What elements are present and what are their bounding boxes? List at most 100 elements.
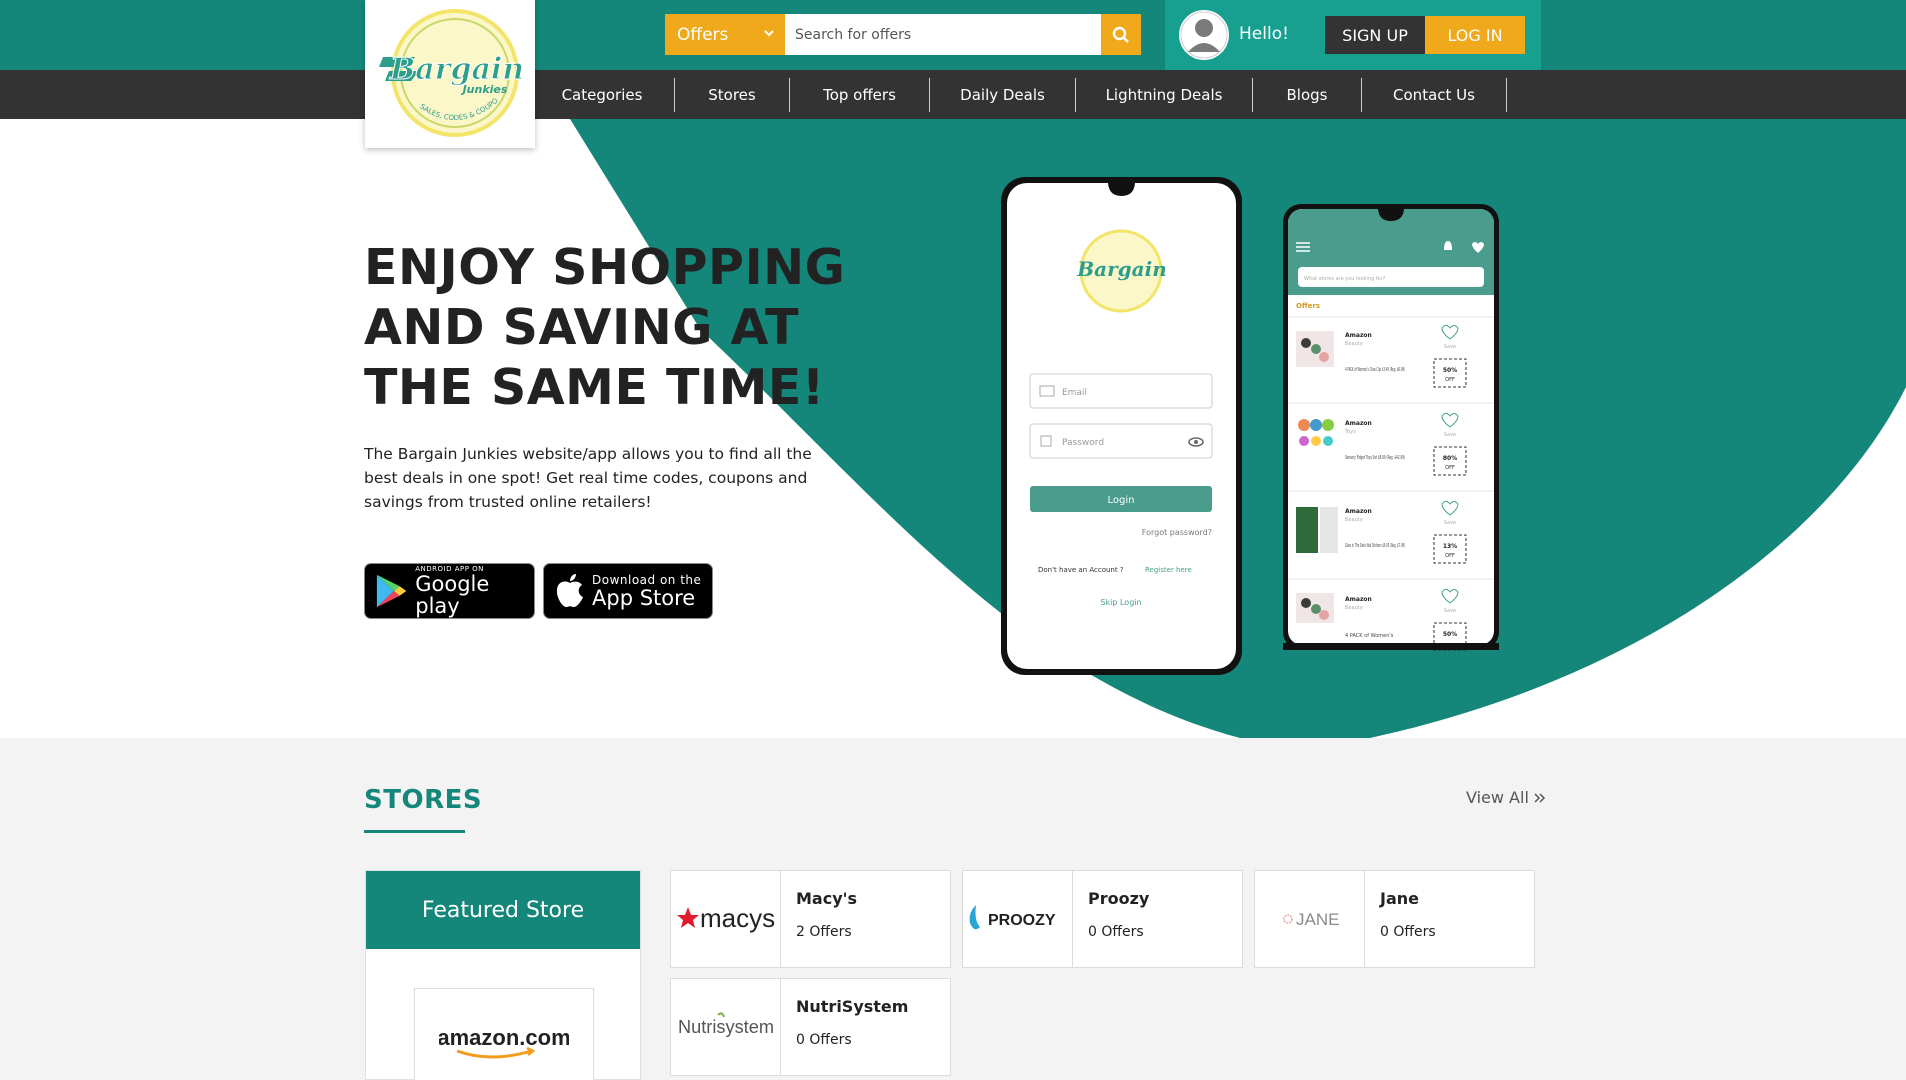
svg-text:Save: Save [1444,344,1456,350]
svg-text:JANE: JANE [1296,910,1339,929]
store-offer-count: 0 Offers [796,1032,852,1048]
svg-text:amazon.com: amazon.com [439,1025,569,1050]
featured-store-heading: Featured Store [366,871,640,949]
store-offer-count: 0 Offers [1380,924,1436,940]
store-name: Proozy [1088,889,1150,908]
svg-text:Skip Login: Skip Login [1100,598,1141,607]
log-in-button[interactable]: LOG IN [1425,16,1525,54]
hero-description: The Bargain Junkies website/app allows y… [364,445,812,511]
svg-text:50%: 50% [1443,367,1457,374]
view-all-link[interactable]: View All [1466,788,1546,807]
svg-text:4 PACK of Women's: 4 PACK of Women's [1345,633,1394,639]
svg-text:Register here: Register here [1145,566,1192,574]
search-type-value: Offers [677,24,729,45]
macys-logo: macys [671,871,781,967]
svg-text:Nutrisystem: Nutrisystem [678,1017,774,1037]
stores-section [0,738,1906,1080]
hero-background-shape [570,119,1906,738]
store-card-macys[interactable]: macys Macy's 2 Offers [670,870,951,968]
svg-text:OFF: OFF [1445,553,1455,559]
nav-item-blogs[interactable]: Blogs [1253,77,1362,112]
nav-item-lightning-deals[interactable]: Lightning Deals [1076,77,1253,112]
nutrisystem-text-logo: Nutrisystem [678,1012,774,1037]
stores-title: STORES [364,785,483,815]
svg-text:Amazon: Amazon [1345,420,1372,427]
amazon-logo: amazon.com [439,1025,569,1059]
user-icon [1180,11,1228,59]
store-offer-count: 0 Offers [1088,924,1144,940]
app-store-badge[interactable]: Download on the App Store [543,563,713,619]
view-all-label: View All [1466,788,1529,807]
proozy-drop-logo: PROOZY [969,905,1056,930]
svg-text:Amazon: Amazon [1345,508,1372,515]
bargain-junkies-logo: Bargain Junkies SALES, CODES & COUPONS [375,5,525,137]
svg-text:Don't have an Account ?: Don't have an Account ? [1038,566,1124,574]
store-name: Jane [1380,889,1419,908]
search-icon [1112,26,1129,43]
store-card-nutrisystem[interactable]: Nutrisystem NutriSystem 0 Offers [670,978,951,1076]
google-play-badge[interactable]: ANDROID APP ON Google play [364,563,535,619]
svg-text:Beauty: Beauty [1345,341,1363,347]
svg-text:OFF: OFF [1445,465,1455,471]
greeting-text: Hello! [1239,24,1289,44]
svg-text:80%: 80% [1443,455,1457,462]
svg-text:4 PACK of Women's Claw Clip $3: 4 PACK of Women's Claw Clip $3.49 (Reg. … [1345,367,1405,373]
jane-text-logo: JANE [1282,910,1339,929]
stores-title-underline [364,830,465,833]
app-store-big-text: App Store [592,586,696,610]
avatar[interactable] [1179,10,1229,60]
svg-text:What stores are you looking fo: What stores are you looking for? [1304,276,1386,282]
svg-text:Beauty: Beauty [1345,605,1363,611]
featured-store-card: Featured Store amazon.com [365,870,641,1080]
svg-text:Junkies: Junkies [461,83,508,96]
nav-item-stores[interactable]: Stores [675,77,790,112]
nav-item-contact-us[interactable]: Contact Us [1362,77,1507,112]
google-play-big-text: Google play [415,572,490,618]
featured-store-logo[interactable]: amazon.com [414,988,594,1080]
apple-icon [556,574,583,608]
store-name: NutriSystem [796,997,909,1016]
svg-text:macys: macys [700,903,775,933]
main-nav: Categories Stores Top offers Daily Deals… [530,70,1507,119]
nutrisystem-logo: Nutrisystem [671,979,781,1075]
sign-up-button[interactable]: SIGN UP [1325,16,1425,54]
svg-text:PROOZY: PROOZY [988,912,1056,929]
phone-login-screen: Bargain Email Password Login Forgot pass… [1001,177,1242,675]
nav-item-categories[interactable]: Categories [530,77,675,112]
svg-text:Bargain: Bargain [1076,257,1166,281]
chevron-down-icon [764,30,774,37]
svg-text:Forgot password?: Forgot password? [1142,528,1212,537]
svg-text:Amazon: Amazon [1345,332,1372,339]
store-offer-count: 2 Offers [796,924,852,940]
svg-text:Password: Password [1062,438,1104,448]
svg-text:Save: Save [1444,432,1456,438]
svg-text:Login: Login [1108,495,1135,506]
hero-title: ENJOY SHOPPING AND SAVING AT THE SAME TI… [364,239,846,416]
double-chevron-right-icon [1534,793,1546,803]
svg-text:Sensory Fidget Toys Set $8.60: Sensory Fidget Toys Set $8.60 (Reg. $42.… [1345,455,1405,461]
search-input[interactable] [785,14,1101,55]
store-name: Macy's [796,889,858,908]
svg-text:Beauty: Beauty [1345,517,1363,523]
google-play-icon [376,574,407,608]
search-button[interactable] [1101,14,1141,55]
svg-text:50%: 50% [1443,631,1457,638]
nav-item-daily-deals[interactable]: Daily Deals [930,77,1076,112]
svg-text:Amazon: Amazon [1345,596,1372,603]
app-store-small-text: Download on the [592,573,702,587]
phone-offers-mockup: What stores are you looking for? Offers … [1282,203,1500,655]
nav-item-top-offers[interactable]: Top offers [790,77,930,112]
search-type-select[interactable]: Offers [665,14,785,55]
phone-login-mockup: Bargain Email Password Login Forgot pass… [1000,176,1243,680]
svg-text:13%: 13% [1443,543,1457,550]
svg-text:Save: Save [1444,608,1456,614]
macys-star-logo: macys [676,903,775,933]
jane-logo: JANE [1255,871,1365,967]
svg-text:Offers: Offers [1296,302,1320,310]
svg-text:Glow in The Dark Nail Stickers: Glow in The Dark Nail Stickers $6.95 (Re… [1345,543,1405,549]
proozy-logo: PROOZY [963,871,1073,967]
user-panel: Hello! SIGN UP LOG IN [1165,0,1541,70]
site-logo[interactable]: Bargain Junkies SALES, CODES & COUPONS [365,0,535,148]
store-card-proozy[interactable]: PROOZY Proozy 0 Offers [962,870,1243,968]
store-card-jane[interactable]: JANE Jane 0 Offers [1254,870,1535,968]
